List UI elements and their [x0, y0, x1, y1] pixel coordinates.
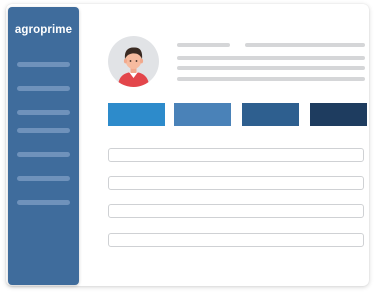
sidebar-item-6[interactable]	[17, 176, 70, 181]
form-field-3[interactable]	[108, 204, 364, 218]
app-logo: agroprime	[14, 24, 73, 36]
sidebar-item-3[interactable]	[17, 110, 70, 115]
profile-text-line	[245, 43, 365, 47]
profile-text-line	[177, 77, 365, 81]
profile-text-line	[177, 66, 365, 70]
sidebar-item-5[interactable]	[17, 152, 70, 157]
sidebar: agroprime	[8, 7, 79, 285]
sidebar-item-1[interactable]	[17, 62, 70, 67]
form-field-4[interactable]	[108, 233, 364, 247]
action-tile-1[interactable]	[108, 103, 165, 126]
sidebar-item-4[interactable]	[17, 128, 70, 133]
action-tile-4[interactable]	[310, 103, 367, 126]
avatar[interactable]	[108, 36, 159, 87]
sidebar-item-2[interactable]	[17, 86, 70, 91]
sidebar-item-7[interactable]	[17, 200, 70, 205]
user-avatar-icon	[118, 47, 149, 87]
profile-text-line	[177, 43, 230, 47]
action-tile-3[interactable]	[242, 103, 299, 126]
profile-text-line	[177, 56, 365, 60]
app-canvas: agroprime	[0, 0, 375, 293]
action-tile-2[interactable]	[174, 103, 231, 126]
form-field-2[interactable]	[108, 176, 364, 190]
form-field-1[interactable]	[108, 148, 364, 162]
